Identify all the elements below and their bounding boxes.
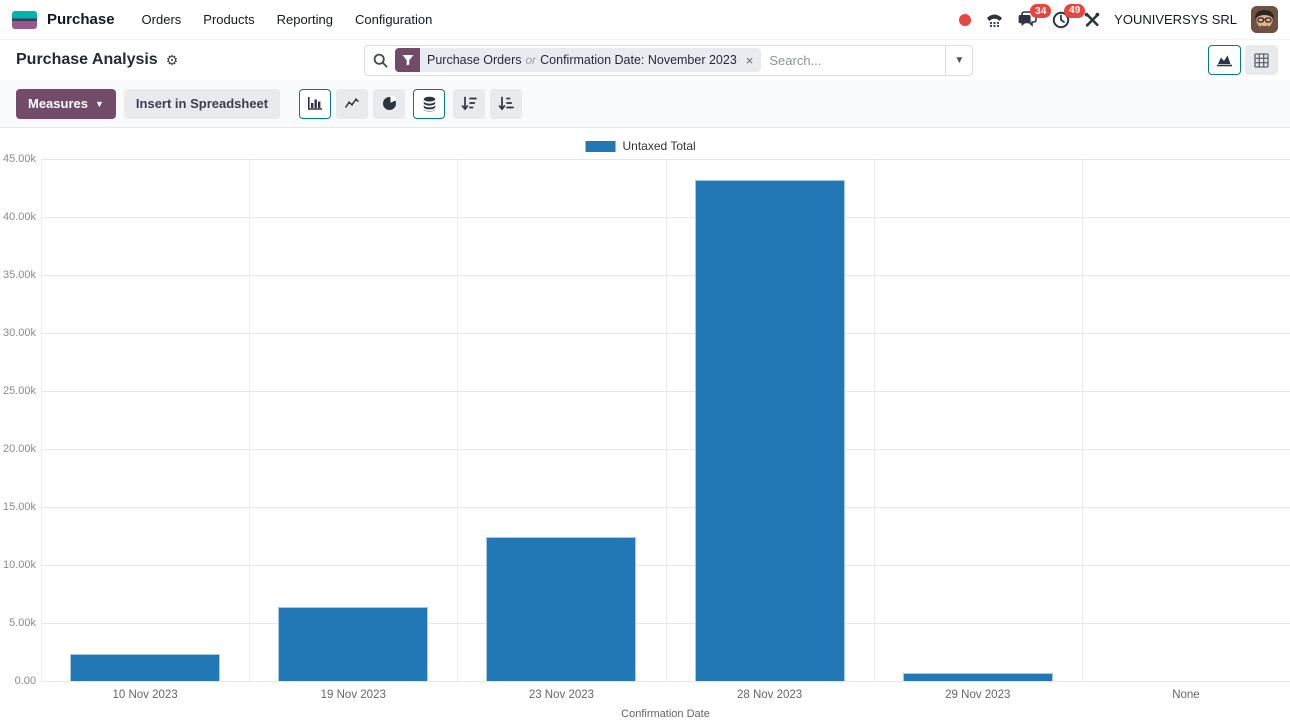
- navbar-menu: OrdersProductsReportingConfiguration: [133, 7, 442, 32]
- measures-label: Measures: [28, 96, 88, 111]
- insert-spreadsheet-button[interactable]: Insert in Spreadsheet: [124, 89, 280, 119]
- chart: Untaxed Total 0.00 5.00k 10.00k 15.00k 20.00…: [0, 128, 1290, 725]
- app-name[interactable]: Purchase: [47, 11, 115, 28]
- activities-icon[interactable]: 49: [1052, 11, 1070, 29]
- search-input[interactable]: [769, 53, 945, 68]
- bar-chart-button[interactable]: [299, 89, 331, 119]
- view-switcher: [1208, 45, 1278, 75]
- page-title: Purchase Analysis: [16, 51, 158, 69]
- page: Purchase OrdersProductsReportingConfigur…: [0, 0, 1290, 725]
- chart-bar-28-nov-2023[interactable]: [695, 180, 845, 681]
- legend-label: Untaxed Total: [623, 139, 696, 153]
- x-tick-label: 10 Nov 2023: [41, 689, 249, 701]
- chart-bar-29-nov-2023[interactable]: [903, 673, 1053, 681]
- x-tick-label: 29 Nov 2023: [874, 689, 1082, 701]
- y-axis: 0.005.00k10.00k15.00k20.00k25.00k30.00k3…: [0, 159, 36, 681]
- menu-item-configuration[interactable]: Configuration: [346, 7, 441, 32]
- messages-icon[interactable]: 34: [1018, 11, 1038, 28]
- pivot-view-button[interactable]: [1245, 45, 1278, 75]
- recording-indicator-icon: [959, 14, 971, 26]
- filter-funnel-icon: [395, 48, 420, 72]
- x-tick-label: 23 Nov 2023: [457, 689, 665, 701]
- facet-part2: Confirmation Date: November 2023: [540, 53, 737, 67]
- search-icon: [373, 53, 388, 68]
- x-tick-label: 28 Nov 2023: [666, 689, 874, 701]
- gridline-horizontal: [41, 681, 1290, 682]
- messages-badge: 34: [1030, 4, 1051, 18]
- stacked-button[interactable]: [413, 89, 445, 119]
- breadcrumb: Purchase Analysis ⚙: [16, 51, 364, 69]
- plot-area: [41, 159, 1290, 681]
- chart-bar-10-nov-2023[interactable]: [70, 654, 220, 681]
- voip-phone-icon[interactable]: [985, 12, 1004, 28]
- gridline-vertical: [457, 159, 458, 681]
- facet-remove-icon[interactable]: ×: [744, 48, 762, 72]
- x-tick-label: 19 Nov 2023: [249, 689, 457, 701]
- company-switcher[interactable]: YOUNIVERSYS SRL: [1114, 12, 1237, 27]
- search-bar[interactable]: Purchase Orders or Confirmation Date: No…: [364, 45, 973, 76]
- gridline-vertical: [249, 159, 250, 681]
- gridline-vertical: [1082, 159, 1083, 681]
- navbar-left: Purchase OrdersProductsReportingConfigur…: [12, 7, 441, 32]
- chart-bar-19-nov-2023[interactable]: [278, 607, 428, 681]
- y-tick-label: 20.00k: [3, 443, 36, 455]
- y-tick-label: 10.00k: [3, 559, 36, 571]
- y-tick-label: 45.00k: [3, 153, 36, 165]
- filter-facet[interactable]: Purchase Orders or Confirmation Date: No…: [395, 48, 761, 72]
- gridline-vertical: [666, 159, 667, 681]
- pie-chart-button[interactable]: [373, 89, 405, 119]
- y-tick-label: 35.00k: [3, 269, 36, 281]
- sort-desc-button[interactable]: [453, 89, 485, 119]
- measures-button[interactable]: Measures ▼: [16, 89, 116, 119]
- facet-connector: or: [525, 53, 536, 67]
- gridline-vertical: [41, 159, 42, 681]
- chevron-down-icon: ▼: [95, 99, 104, 109]
- menu-item-reporting[interactable]: Reporting: [268, 7, 342, 32]
- facet-label: Purchase Orders or Confirmation Date: No…: [420, 48, 744, 72]
- menu-item-orders[interactable]: Orders: [133, 7, 191, 32]
- control-panel: Purchase Analysis ⚙ Purchase Orders or C…: [0, 40, 1290, 80]
- chart-type-group: [299, 89, 405, 119]
- facet-part1: Purchase Orders: [427, 53, 521, 67]
- x-axis: 10 Nov 202319 Nov 202323 Nov 202328 Nov …: [41, 689, 1290, 701]
- y-tick-label: 5.00k: [9, 617, 36, 629]
- graph-toolbar: Measures ▼ Insert in Spreadsheet: [0, 80, 1290, 128]
- activities-badge: 49: [1064, 4, 1085, 18]
- purchase-app-icon[interactable]: [12, 11, 37, 29]
- legend-swatch: [586, 141, 616, 152]
- y-tick-label: 40.00k: [3, 211, 36, 223]
- y-tick-label: 0.00: [15, 675, 36, 687]
- y-tick-label: 15.00k: [3, 501, 36, 513]
- menu-item-products[interactable]: Products: [194, 7, 263, 32]
- navbar: Purchase OrdersProductsReportingConfigur…: [0, 0, 1290, 40]
- user-avatar[interactable]: [1251, 6, 1278, 33]
- line-chart-button[interactable]: [336, 89, 368, 119]
- search-dropdown-toggle[interactable]: ▼: [945, 46, 972, 75]
- chart-bar-23-nov-2023[interactable]: [486, 537, 636, 681]
- gear-icon[interactable]: ⚙: [166, 53, 179, 67]
- legend-item[interactable]: Untaxed Total: [586, 139, 696, 153]
- y-tick-label: 30.00k: [3, 327, 36, 339]
- tools-icon[interactable]: [1084, 12, 1100, 28]
- sort-group: [453, 89, 522, 119]
- graph-view-button[interactable]: [1208, 45, 1241, 75]
- sort-asc-button[interactable]: [490, 89, 522, 119]
- systray: 34 49 YOUNIVERSYS SRL: [959, 6, 1278, 33]
- y-tick-label: 25.00k: [3, 385, 36, 397]
- x-tick-label: None: [1082, 689, 1290, 701]
- gridline-vertical: [874, 159, 875, 681]
- x-axis-title: Confirmation Date: [41, 708, 1290, 720]
